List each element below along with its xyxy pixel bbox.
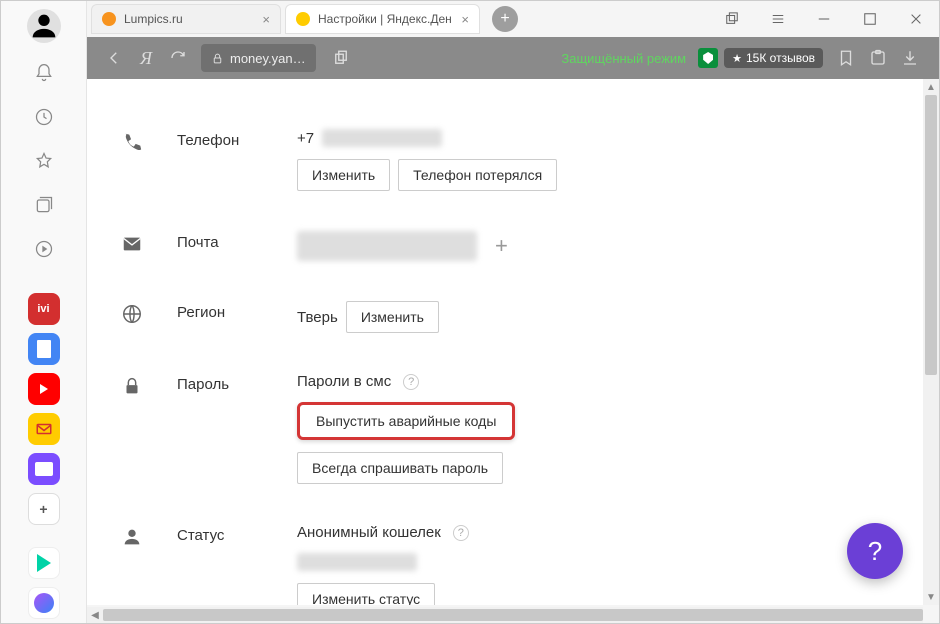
- address-toolbar: Я money.yan… Защищённый режим 15К отзыво…: [87, 37, 939, 79]
- tab-title: Настройки | Яндекс.Ден: [318, 12, 453, 26]
- phone-prefix: +7: [297, 130, 314, 147]
- help-icon[interactable]: ?: [453, 525, 469, 541]
- window-controls: [709, 1, 939, 37]
- new-tab-button[interactable]: +: [492, 6, 518, 32]
- help-fab-label: ?: [868, 536, 882, 567]
- tab-favicon-icon: [296, 12, 310, 26]
- phone-lost-button[interactable]: Телефон потерялся: [398, 159, 557, 191]
- tab-bar: Lumpics.ru × Настройки | Яндекс.Ден × +: [87, 1, 939, 37]
- play-circle-icon[interactable]: [27, 232, 61, 266]
- person-icon: [121, 526, 143, 548]
- row-status: Статус Анонимный кошелек ? Изменить стат…: [87, 514, 923, 605]
- vertical-scrollbar[interactable]: ▲ ▼: [923, 79, 939, 605]
- browser-left-sidebar: ivi +: [1, 1, 87, 623]
- phone-label: Телефон: [177, 129, 297, 149]
- extensions-icon[interactable]: [863, 43, 893, 73]
- phone-change-button[interactable]: Изменить: [297, 159, 390, 191]
- reload-button[interactable]: [163, 43, 193, 73]
- row-password: Пароль Пароли в смс ? Выпустить аварийны…: [87, 363, 923, 514]
- bookmark-icon[interactable]: [831, 43, 861, 73]
- shield-icon[interactable]: [698, 48, 718, 68]
- window-menu-icon[interactable]: [755, 1, 801, 37]
- help-fab-button[interactable]: ?: [847, 523, 903, 579]
- horizontal-scrollbar[interactable]: ◀ ▶: [87, 607, 923, 623]
- help-icon[interactable]: ?: [403, 374, 419, 390]
- lock-icon: [211, 52, 224, 65]
- close-tab-icon[interactable]: ×: [461, 12, 469, 27]
- phone-value-redacted: [322, 129, 442, 147]
- collections-icon[interactable]: [27, 188, 61, 222]
- tab-lumpics[interactable]: Lumpics.ru ×: [91, 4, 281, 34]
- reviews-badge[interactable]: 15К отзывов: [724, 48, 823, 68]
- status-detail-redacted: [297, 553, 417, 571]
- globe-icon: [121, 303, 143, 325]
- phone-icon: [121, 131, 143, 153]
- tab-yandex-money-settings[interactable]: Настройки | Яндекс.Ден ×: [285, 4, 480, 34]
- window-overlay-icon[interactable]: [709, 1, 755, 37]
- row-region: Регион Тверь Изменить: [87, 291, 923, 363]
- app-tile-ivi[interactable]: ivi: [28, 293, 60, 325]
- reviews-count: 15К отзывов: [746, 51, 815, 65]
- region-label: Регион: [177, 301, 297, 321]
- profile-avatar-icon[interactable]: [27, 9, 61, 43]
- notifications-bell-icon[interactable]: [27, 56, 61, 90]
- email-input-redacted[interactable]: [297, 231, 477, 261]
- copy-icon[interactable]: [326, 43, 356, 73]
- scroll-thumb[interactable]: [103, 609, 923, 621]
- region-change-button[interactable]: Изменить: [346, 301, 439, 333]
- app-tile-docs[interactable]: [28, 333, 60, 365]
- downloads-icon[interactable]: [895, 43, 925, 73]
- status-label: Статус: [177, 524, 297, 544]
- address-box[interactable]: money.yan…: [201, 44, 316, 72]
- favorites-star-icon[interactable]: [27, 144, 61, 178]
- back-button[interactable]: [99, 43, 129, 73]
- status-change-button[interactable]: Изменить статус: [297, 583, 435, 605]
- always-ask-password-button[interactable]: Всегда спрашивать пароль: [297, 452, 503, 484]
- settings-content: Телефон +7 Изменить Телефон потерялся По…: [87, 79, 923, 605]
- emergency-codes-button[interactable]: Выпустить аварийные коды: [297, 402, 515, 440]
- scroll-down-arrow[interactable]: ▼: [923, 589, 939, 605]
- lock-icon: [121, 375, 143, 397]
- history-clock-icon[interactable]: [27, 100, 61, 134]
- status-value: Анонимный кошелек: [297, 524, 441, 541]
- tab-title: Lumpics.ru: [124, 12, 254, 26]
- window-close-button[interactable]: [893, 1, 939, 37]
- app-tile-browser[interactable]: [28, 453, 60, 485]
- email-label: Почта: [177, 231, 297, 251]
- row-email: Почта +: [87, 221, 923, 291]
- scroll-up-arrow[interactable]: ▲: [923, 79, 939, 95]
- browser-window: ivi + Lumpics.ru × Настройки | Яндекс.Де…: [0, 0, 940, 624]
- url-text: money.yan…: [230, 51, 306, 66]
- app-tile-media[interactable]: [28, 547, 60, 579]
- row-phone: Телефон +7 Изменить Телефон потерялся: [87, 119, 923, 221]
- mail-icon: [121, 233, 143, 255]
- app-tile-mail[interactable]: [28, 413, 60, 445]
- protected-mode-label[interactable]: Защищённый режим: [561, 51, 686, 66]
- scroll-thumb[interactable]: [925, 95, 937, 375]
- window-minimize-button[interactable]: [801, 1, 847, 37]
- password-sms-label: Пароли в смс: [297, 373, 391, 390]
- password-label: Пароль: [177, 373, 297, 393]
- window-maximize-button[interactable]: [847, 1, 893, 37]
- add-tile-button[interactable]: +: [28, 493, 60, 525]
- scroll-left-arrow[interactable]: ◀: [87, 607, 103, 623]
- app-tile-alice[interactable]: [28, 587, 60, 619]
- tab-favicon-icon: [102, 12, 116, 26]
- close-tab-icon[interactable]: ×: [262, 12, 270, 27]
- app-tile-youtube[interactable]: [28, 373, 60, 405]
- region-value: Тверь: [297, 309, 338, 326]
- add-email-button[interactable]: +: [495, 233, 508, 259]
- yandex-home-button[interactable]: Я: [131, 43, 161, 73]
